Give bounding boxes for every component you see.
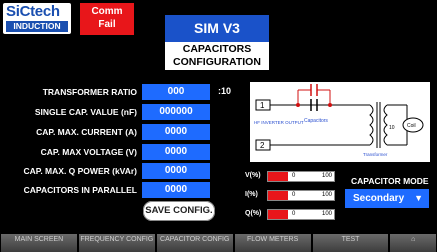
current-meter: 0 100 bbox=[267, 190, 335, 201]
hf-inverter-label: HF INVERTER OUTPUT bbox=[254, 120, 304, 125]
voltage-meter-label: V(%) bbox=[245, 172, 261, 179]
nav-home-button[interactable]: ⌂ bbox=[390, 234, 436, 252]
port-1-label: 1 bbox=[260, 101, 265, 110]
q-power-meter-fill bbox=[268, 210, 288, 219]
transformer-ratio-field[interactable]: 000 bbox=[142, 84, 210, 100]
capacitor-mode-value: Secondary bbox=[353, 193, 405, 204]
nav-main-screen-button[interactable]: MAIN SCREEN bbox=[1, 234, 77, 252]
logo-subtext: INDUCTION bbox=[6, 21, 68, 32]
subtitle-line2: CONFIGURATION bbox=[173, 56, 261, 68]
single-cap-value-field[interactable]: 000000 bbox=[142, 104, 210, 120]
nav-flow-meters-button[interactable]: FLOW METERS bbox=[234, 234, 311, 252]
page-title: SIM V3 bbox=[165, 15, 269, 42]
single-cap-value-label: SINGLE CAP. VALUE (nF) bbox=[34, 107, 137, 117]
cap-max-voltage-label: CAP. MAX VOLTAGE (V) bbox=[40, 147, 137, 157]
current-meter-label: I(%) bbox=[245, 191, 258, 198]
primary-winding bbox=[369, 104, 374, 146]
circuit-diagram: 1 2 HF INVERTER OUTPUT Capacitors 10 Coi… bbox=[250, 82, 430, 162]
comm-status-line2: Fail bbox=[98, 19, 116, 30]
q-power-meter-min: 0 bbox=[292, 211, 296, 217]
comm-fail-badge: Comm Fail bbox=[80, 3, 134, 35]
q-power-meter: 0 100 bbox=[267, 209, 335, 220]
cap-max-q-power-label: CAP. MAX. Q POWER (kVAr) bbox=[23, 166, 137, 176]
sictech-logo: SiCtech INDUCTION bbox=[3, 3, 71, 34]
ratio-unit: :10 bbox=[218, 86, 232, 96]
bottom-nav: MAIN SCREEN FREQUENCY CONFIG CAPACITOR C… bbox=[0, 234, 437, 252]
home-icon: ⌂ bbox=[411, 236, 416, 243]
voltage-meter-fill bbox=[268, 172, 288, 181]
current-meter-min: 0 bbox=[292, 192, 296, 198]
current-meter-max: 100 bbox=[321, 192, 332, 198]
page-subtitle: CAPACITORS CONFIGURATION bbox=[165, 42, 269, 70]
q-power-meter-max: 100 bbox=[321, 211, 332, 217]
capacitors-in-parallel-label: CAPACITORS IN PARALLEL bbox=[23, 185, 137, 195]
circuit-diagram-svg: 1 2 HF INVERTER OUTPUT Capacitors 10 Coi… bbox=[254, 84, 424, 157]
capacitor-mode-label: CAPACITOR MODE bbox=[351, 176, 429, 186]
cap-max-current-field[interactable]: 0000 bbox=[142, 124, 210, 140]
capacitor-mode-select[interactable]: Secondary ▼ bbox=[345, 189, 429, 208]
nav-test-button[interactable]: TEST bbox=[312, 234, 389, 252]
cap-max-q-power-field[interactable]: 0000 bbox=[142, 163, 210, 179]
nav-capacitor-config-button[interactable]: CAPACITOR CONFIG bbox=[156, 234, 233, 252]
voltage-meter: 0 100 bbox=[267, 171, 335, 182]
capacitors-label: Capacitors bbox=[304, 118, 328, 124]
capacitors-config-screen: SiCtech INDUCTION Comm Fail SIM V3 CAPAC… bbox=[0, 0, 437, 252]
q-power-meter-label: Q(%) bbox=[245, 210, 262, 217]
subtitle-line1: CAPACITORS bbox=[182, 43, 252, 55]
logo-text: SiCtech bbox=[6, 3, 60, 20]
port-2-label: 2 bbox=[260, 141, 265, 150]
cap-max-voltage-field[interactable]: 0000 bbox=[142, 144, 210, 160]
junction-left bbox=[296, 103, 300, 107]
transformer-label: Transformer bbox=[363, 152, 388, 157]
coil-label: Coil bbox=[407, 123, 416, 129]
capacitors-in-parallel-field[interactable]: 0000 bbox=[142, 182, 210, 198]
transformer-ratio-mark: 10 bbox=[389, 125, 395, 131]
cap-max-current-label: CAP. MAX. CURRENT (A) bbox=[36, 127, 137, 137]
chevron-down-icon: ▼ bbox=[414, 193, 423, 203]
voltage-meter-max: 100 bbox=[321, 173, 332, 179]
junction-right bbox=[328, 103, 332, 107]
save-config-button[interactable]: SAVE CONFIG. bbox=[143, 201, 215, 221]
transformer-ratio-label: TRANSFORMER RATIO bbox=[42, 87, 137, 97]
current-meter-fill bbox=[268, 191, 288, 200]
nav-frequency-config-button[interactable]: FREQUENCY CONFIG bbox=[78, 234, 155, 252]
comm-status-line1: Comm bbox=[91, 6, 123, 17]
voltage-meter-min: 0 bbox=[292, 173, 296, 179]
secondary-winding bbox=[383, 104, 388, 146]
